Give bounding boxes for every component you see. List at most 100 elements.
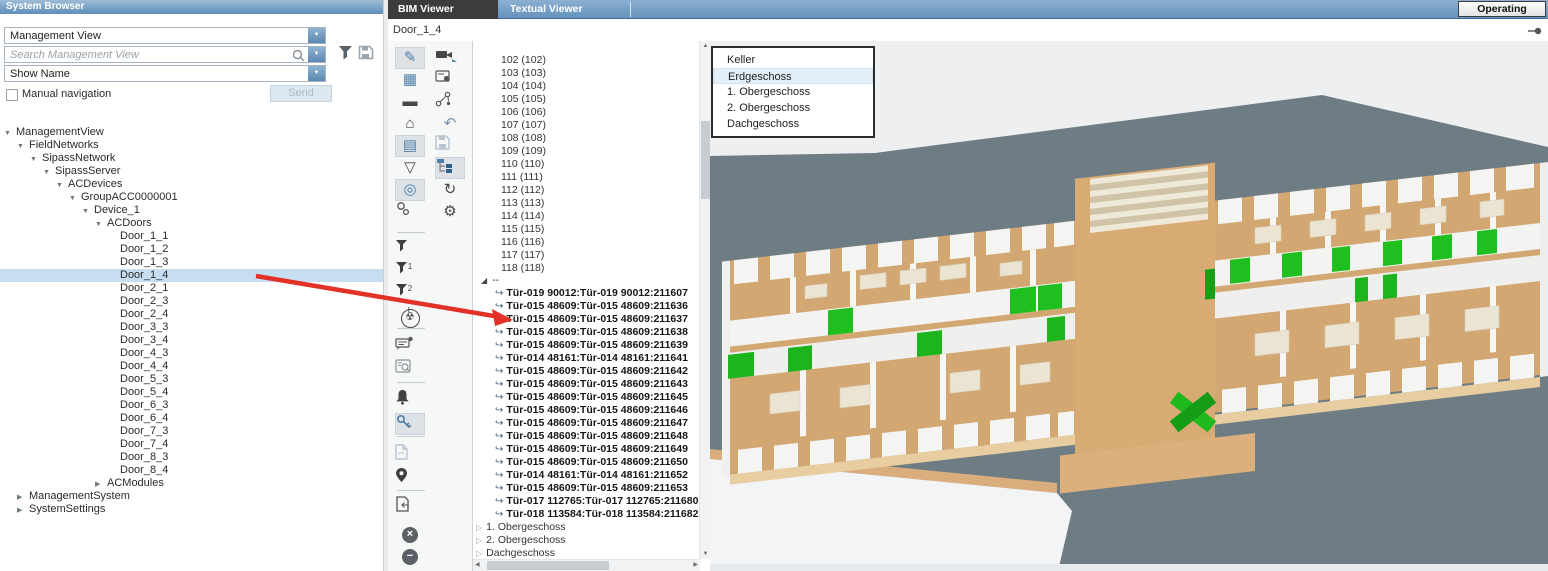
door-link-row[interactable]: ↪Tür-019 90012:Tür-019 90012:211607 <box>473 287 699 300</box>
floor-menu-item[interactable]: Dachgeschoss <box>713 116 873 132</box>
tree-item[interactable]: ManagementView <box>0 126 383 139</box>
tree-expander-icon[interactable] <box>30 153 42 166</box>
tree-item[interactable]: ManagementSystem <box>0 490 383 503</box>
tree-item[interactable]: Door_2_3 <box>0 295 383 308</box>
chevron-down-icon[interactable]: ▼ <box>308 47 325 62</box>
list-item[interactable]: 105 (105) <box>473 93 699 106</box>
horizontal-scrollbar[interactable]: ◀ ▶ <box>473 559 700 571</box>
tree-item[interactable]: ACDoors <box>0 217 383 230</box>
list-item[interactable]: 112 (112) <box>473 184 699 197</box>
tree-item[interactable]: Device_1 <box>0 204 383 217</box>
floor-menu-item[interactable]: 2. Obergeschoss <box>713 100 873 116</box>
tree-item[interactable]: Door_4_4 <box>0 360 383 373</box>
tree-item[interactable]: FieldNetworks <box>0 139 383 152</box>
horizontal-scroll-thumb[interactable] <box>487 561 609 570</box>
floor-menu-item[interactable]: Erdgeschoss <box>713 68 873 84</box>
tree-item[interactable]: Door_3_4 <box>0 334 383 347</box>
door-link-row[interactable]: ↪Tür-015 48609:Tür-015 48609:211649 <box>473 443 699 456</box>
tree-expander-icon[interactable] <box>43 166 55 179</box>
door-link-row[interactable]: ↪Tür-014 48161:Tür-014 48161:211641 <box>473 352 699 365</box>
markup-pen-icon[interactable]: ✎ <box>395 47 425 69</box>
list-item[interactable]: 102 (102) <box>473 54 699 67</box>
tree-item[interactable]: Door_5_3 <box>0 373 383 386</box>
bim-3d-viewport[interactable]: KellerErdgeschoss1. Obergeschoss2. Oberg… <box>710 41 1548 571</box>
tree-item[interactable]: Door_1_4 <box>0 269 383 282</box>
tree-item[interactable]: SipassNetwork <box>0 152 383 165</box>
notebook-icon[interactable]: ▤ <box>395 135 425 157</box>
tree-item[interactable]: Door_3_3 <box>0 321 383 334</box>
hierarchy-icon[interactable] <box>435 157 465 179</box>
door-link-row[interactable]: ↪Tür-015 48609:Tür-015 48609:211650 <box>473 456 699 469</box>
filter-icon[interactable] <box>338 45 356 61</box>
door-link-row[interactable]: ↪Tür-015 48609:Tür-015 48609:211645 <box>473 391 699 404</box>
document-icon[interactable] <box>395 444 425 466</box>
tree-item[interactable]: SystemSettings <box>0 503 383 516</box>
save-view-icon[interactable] <box>435 135 465 157</box>
list-item[interactable]: 106 (106) <box>473 106 699 119</box>
pin-icon[interactable] <box>1528 27 1542 35</box>
save-icon[interactable] <box>358 45 376 61</box>
collapsed-icon[interactable]: ▷ <box>476 536 482 545</box>
door-link-row[interactable]: ↪Tür-015 48609:Tür-015 48609:211638 <box>473 326 699 339</box>
list-item[interactable]: 118 (118) <box>473 262 699 275</box>
tree-item[interactable]: Door_7_4 <box>0 438 383 451</box>
tree-expander-icon[interactable] <box>69 192 81 205</box>
list-item[interactable]: 107 (107) <box>473 119 699 132</box>
tree-expander-icon[interactable] <box>56 179 68 192</box>
tree-item[interactable]: Door_5_4 <box>0 386 383 399</box>
expanded-icon[interactable]: ◢ <box>481 276 487 285</box>
key-icon[interactable] <box>395 413 425 435</box>
tree-item[interactable]: SipassServer <box>0 165 383 178</box>
floor-node[interactable]: ▷2. Obergeschoss <box>473 534 699 547</box>
settings-gear-icon[interactable]: ⚙ <box>435 201 465 223</box>
group-node[interactable]: ◢-- <box>481 274 499 287</box>
tab-bim-viewer[interactable]: BIM Viewer <box>388 0 498 19</box>
comment-flag-icon[interactable] <box>395 336 425 358</box>
door-link-row[interactable]: ↪Tür-017 112765:Tür-017 112765:211680 <box>473 495 699 508</box>
door-link-row[interactable]: ↪Tür-015 48609:Tür-015 48609:211653 <box>473 482 699 495</box>
home-view-icon[interactable]: ⌂ <box>395 113 425 135</box>
tree-item[interactable]: Door_1_1 <box>0 230 383 243</box>
door-link-row[interactable]: ↪Tür-015 48609:Tür-015 48609:211647 <box>473 417 699 430</box>
tree-expander-icon[interactable] <box>82 205 94 218</box>
tree-item[interactable]: ACModules <box>0 477 383 490</box>
list-item[interactable]: 111 (111) <box>473 171 699 184</box>
location-pin-icon[interactable] <box>395 467 425 489</box>
door-link-row[interactable]: ↪Tür-014 48161:Tür-014 48161:211652 <box>473 469 699 482</box>
operating-button[interactable]: Operating <box>1458 1 1546 17</box>
door-link-row[interactable]: ↪Tür-015 48609:Tür-015 48609:211648 <box>473 430 699 443</box>
filter-l-icon[interactable]: L <box>395 283 425 305</box>
list-item[interactable]: 104 (104) <box>473 80 699 93</box>
vertical-scroll-thumb[interactable] <box>701 121 710 199</box>
tree-item[interactable]: Door_2_1 <box>0 282 383 295</box>
filter-1-icon[interactable]: 1 <box>395 239 425 261</box>
tree-item[interactable]: Door_1_2 <box>0 243 383 256</box>
card-search-icon[interactable] <box>395 359 425 381</box>
tree-item[interactable]: Door_4_3 <box>0 347 383 360</box>
tree-item[interactable]: Door_8_4 <box>0 464 383 477</box>
linked-circles-icon[interactable] <box>395 201 425 223</box>
tree-expander-icon[interactable] <box>17 140 29 153</box>
target-select-icon[interactable]: ◎ <box>395 179 425 201</box>
tree-item[interactable]: Door_6_3 <box>0 399 383 412</box>
list-item[interactable]: 116 (116) <box>473 236 699 249</box>
close-circle-icon[interactable]: × <box>395 522 425 544</box>
list-item[interactable]: 108 (108) <box>473 132 699 145</box>
tree-expander-icon[interactable] <box>95 218 107 231</box>
list-item[interactable]: 117 (117) <box>473 249 699 262</box>
scroll-left-icon[interactable]: ◀ <box>475 561 480 568</box>
list-item[interactable]: 115 (115) <box>473 223 699 236</box>
chevron-down-icon[interactable]: ▼ <box>308 66 325 81</box>
tree-item[interactable]: ACDevices <box>0 178 383 191</box>
chevron-down-icon[interactable]: ▼ <box>308 28 325 43</box>
list-item[interactable]: 114 (114) <box>473 210 699 223</box>
remove-circle-icon[interactable]: − <box>395 544 425 566</box>
refresh-icon[interactable]: ↻ <box>435 179 465 201</box>
camera-view-icon[interactable] <box>435 47 465 69</box>
tree-item[interactable]: Door_2_4 <box>0 308 383 321</box>
door-link-row[interactable]: ↪Tür-015 48609:Tür-015 48609:211642 <box>473 365 699 378</box>
filter-2-icon[interactable]: 2 <box>395 261 425 283</box>
collapsed-icon[interactable]: ▷ <box>476 523 482 532</box>
bell-icon[interactable] <box>395 389 425 411</box>
manual-navigation-checkbox[interactable] <box>6 89 18 101</box>
